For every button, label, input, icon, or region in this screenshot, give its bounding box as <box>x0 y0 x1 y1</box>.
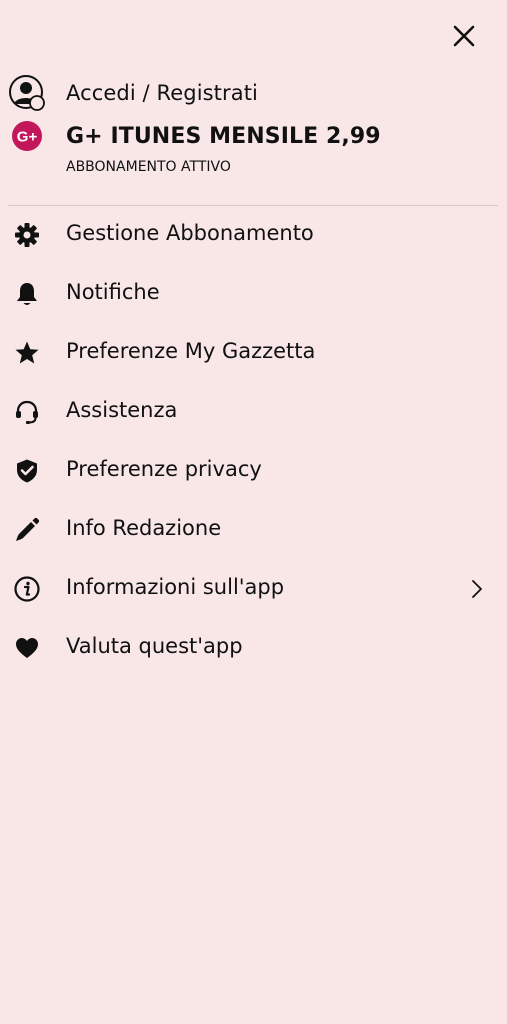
info-icon <box>8 570 46 608</box>
heart-icon <box>8 629 46 667</box>
menu-item-notifiche[interactable]: Notifiche <box>0 266 507 322</box>
chevron-right-icon <box>472 580 482 598</box>
menu-item-label: Preferenze My Gazzetta <box>66 339 316 363</box>
menu-item-assistenza[interactable]: Assistenza <box>0 384 507 440</box>
menu-item-preferenze-privacy[interactable]: Preferenze privacy <box>0 443 507 499</box>
menu-item-label: Notifiche <box>66 280 160 304</box>
login-label: Accedi / Registrati <box>66 81 258 105</box>
close-icon <box>453 25 475 47</box>
gplus-badge-text: G+ <box>17 129 38 146</box>
menu-item-label: Preferenze privacy <box>66 457 262 481</box>
menu-item-gestione-abbonamento[interactable]: Gestione Abbonamento <box>0 207 507 263</box>
shield-check-icon <box>8 452 46 490</box>
subscription-name: G+ ITUNES MENSILE 2,99 <box>66 123 381 149</box>
pencil-icon <box>8 511 46 549</box>
subscription-row: G+ G+ ITUNES MENSILE 2,99 <box>0 118 507 154</box>
gear-icon <box>8 216 46 254</box>
gplus-badge-icon: G+ <box>8 117 46 155</box>
menu-item-label: Info Redazione <box>66 516 222 540</box>
account-section: Accedi / Registrati G+ G+ ITUNES MENSILE… <box>0 70 507 190</box>
menu-item-label: Assistenza <box>66 398 178 422</box>
close-button[interactable] <box>444 16 484 56</box>
menu-item-informazioni-app[interactable]: Informazioni sull'app <box>0 561 507 617</box>
bell-icon <box>8 275 46 313</box>
menu-item-label: Valuta quest'app <box>66 634 243 658</box>
menu-item-label: Informazioni sull'app <box>66 575 285 599</box>
login-row[interactable]: Accedi / Registrati <box>0 74 507 112</box>
menu-item-info-redazione[interactable]: Info Redazione <box>0 502 507 558</box>
subscription-status: ABBONAMENTO ATTIVO <box>66 159 231 175</box>
headset-icon <box>8 393 46 431</box>
menu-item-preferenze-my-gazzetta[interactable]: Preferenze My Gazzetta <box>0 325 507 381</box>
menu-item-valuta-app[interactable]: Valuta quest'app <box>0 620 507 676</box>
divider <box>8 205 498 206</box>
user-avatar-icon <box>8 74 46 112</box>
star-icon <box>8 334 46 372</box>
menu-item-label: Gestione Abbonamento <box>66 221 314 245</box>
